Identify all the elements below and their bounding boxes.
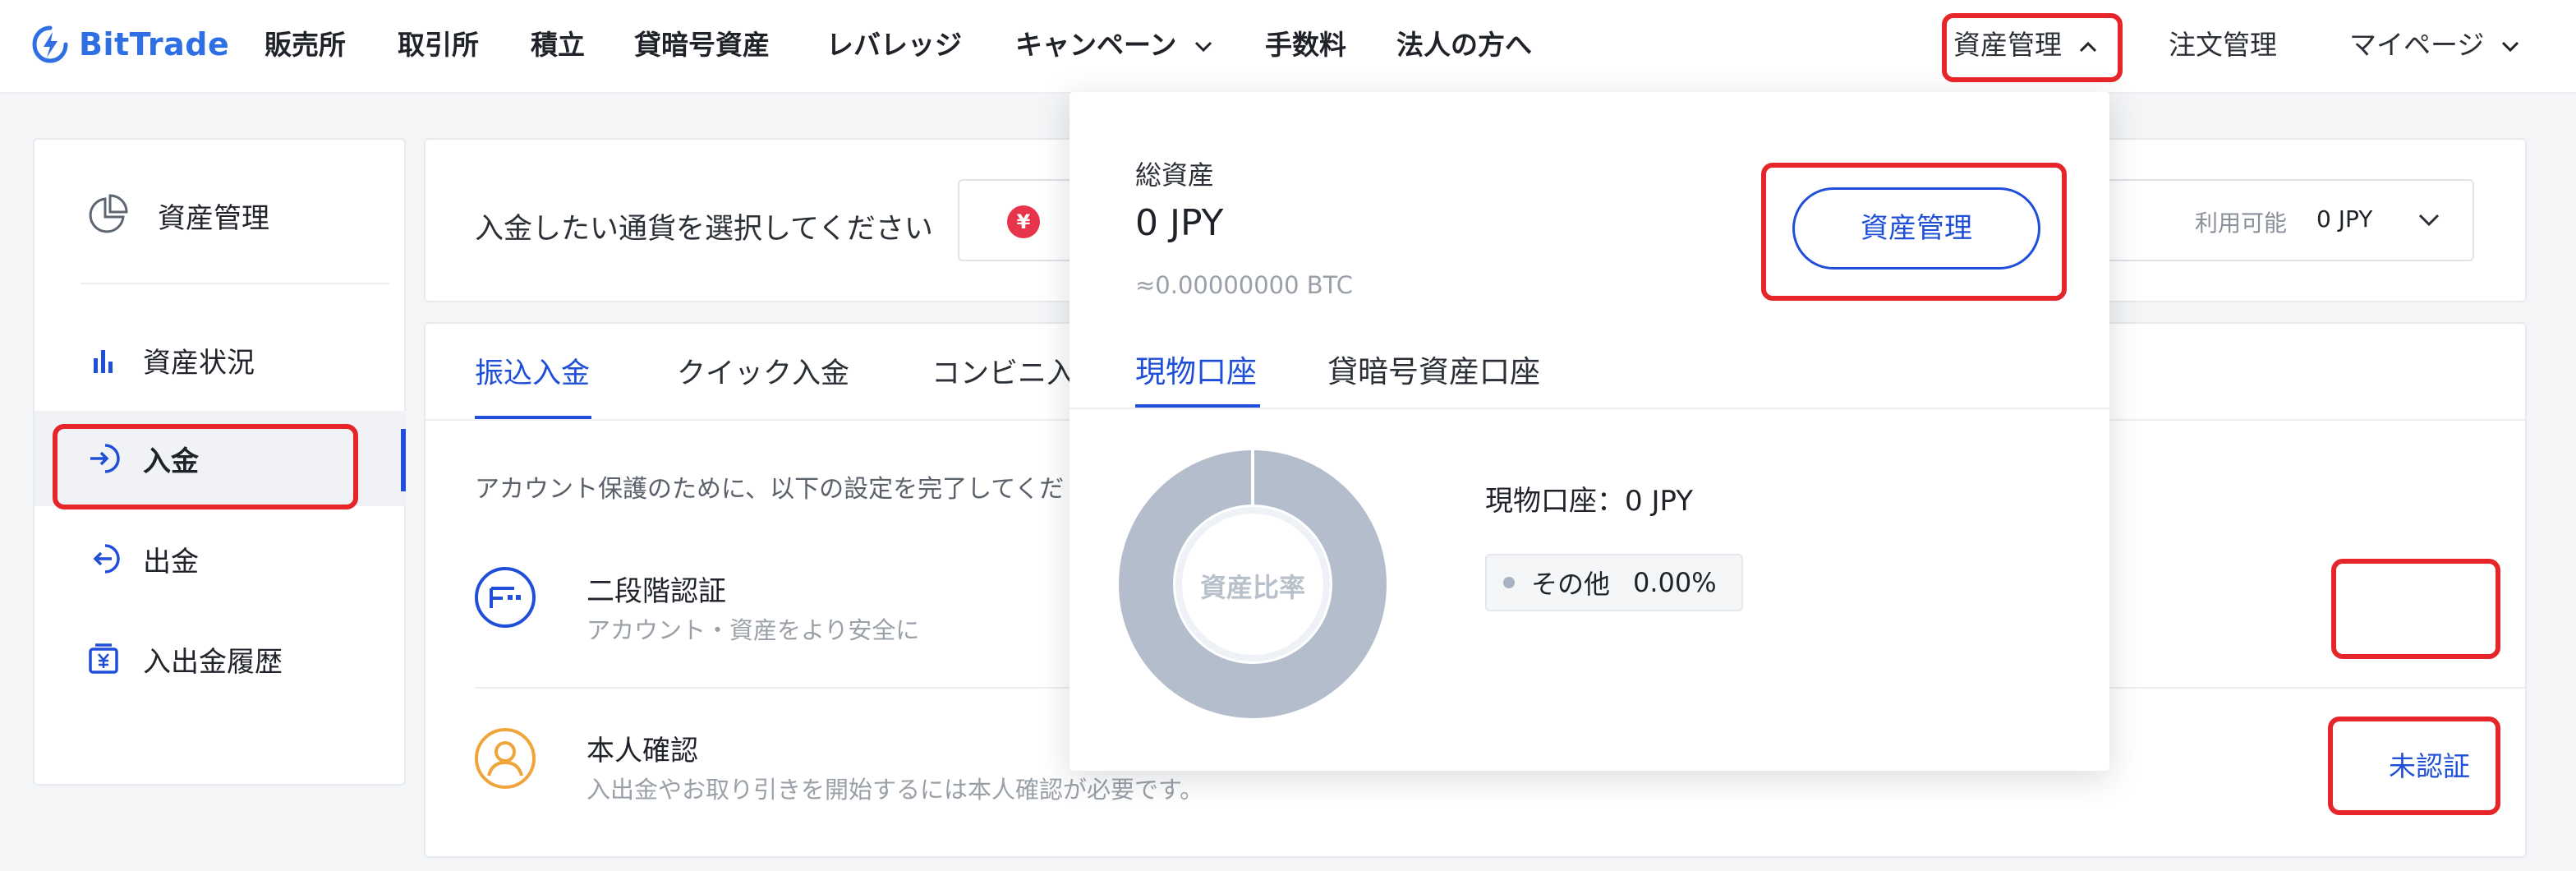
available-balance-select[interactable]: 利用可能 0 JPY xyxy=(2088,179,2474,261)
yen-icon: ¥ xyxy=(1007,205,1040,238)
available-value: 0 JPY xyxy=(2316,205,2373,233)
available-label: 利用可能 xyxy=(2195,210,2288,237)
legend-percent: 0.00% xyxy=(1633,567,1717,598)
nav-item-tsumitate[interactable]: 積立 xyxy=(531,25,585,66)
highlight-asset-button xyxy=(1761,163,2067,301)
total-assets-label: 総資産 xyxy=(1135,159,1215,191)
sidebar-item-asset-status[interactable]: 資産状況 xyxy=(34,312,406,408)
two-factor-subtitle: アカウント・資産をより安全に xyxy=(586,616,920,644)
withdraw-icon xyxy=(87,542,120,575)
chevron-down-icon xyxy=(2501,41,2518,52)
protection-message: アカウント保護のために、以下の設定を完了してくだ xyxy=(475,475,1065,504)
two-factor-title: 二段階認証 xyxy=(586,575,726,608)
tab-quick-deposit[interactable]: クイック入金 xyxy=(677,350,849,392)
nav-item-mypage[interactable]: マイページ xyxy=(2349,25,2519,66)
highlight-deposit xyxy=(53,424,358,509)
nav-item-hanbaijo[interactable]: 販売所 xyxy=(264,25,346,66)
sidebar-item-label: 出金 xyxy=(143,545,199,578)
chevron-down-icon xyxy=(2418,214,2440,227)
tab-underline xyxy=(475,416,591,419)
currency-select-label: 入金したい通貨を選択してください xyxy=(475,213,933,246)
legend-dot xyxy=(1503,577,1515,588)
tab-bank-transfer[interactable]: 振込入金 xyxy=(475,350,590,392)
history-icon xyxy=(87,643,120,675)
nav-item-campaign-label: キャンペーン xyxy=(1015,29,1177,61)
nav-mypage-label: マイページ xyxy=(2349,29,2485,61)
sidebar-title: 資産管理 xyxy=(158,201,269,235)
two-factor-icon xyxy=(475,567,536,628)
legend-name: その他 xyxy=(1531,569,1611,600)
top-navigation: BitTrade 販売所 取引所 積立 貸暗号資産 レバレッジ キャンペーン 手… xyxy=(0,0,2576,94)
spot-account-value: 現物口座：0 JPY xyxy=(1485,485,1693,518)
sidebar-item-history[interactable]: 入出金履歴 xyxy=(34,611,406,707)
account-tabs: 現物口座 貸暗号資産口座 xyxy=(1070,339,2109,409)
total-assets-value: 0 JPY xyxy=(1135,202,1224,244)
bar-chart-icon xyxy=(87,343,120,376)
chevron-down-icon xyxy=(1194,41,1212,52)
account-tab-underline xyxy=(1135,404,1260,408)
active-indicator xyxy=(401,429,406,491)
pie-chart-icon xyxy=(89,194,128,233)
nav-item-fees[interactable]: 手数料 xyxy=(1265,25,1346,66)
nav-item-campaign[interactable]: キャンペーン xyxy=(1015,25,1212,66)
bittrade-logo[interactable]: BitTrade xyxy=(31,23,229,66)
sidebar-item-label: 資産状況 xyxy=(143,346,255,380)
sidebar-item-withdraw[interactable]: 出金 xyxy=(34,511,406,606)
brand-name: BitTrade xyxy=(79,26,230,62)
nav-item-corporate[interactable]: 法人の方へ xyxy=(1396,25,1532,66)
identity-subtitle: 入出金やお取り引きを開始するには本人確認が必要です。 xyxy=(586,776,1204,804)
highlight-kyc-status xyxy=(2328,717,2500,815)
tab-spot-account[interactable]: 現物口座 xyxy=(1135,347,1257,391)
nav-item-lending[interactable]: 貸暗号資産 xyxy=(634,25,770,66)
tab-lending-account[interactable]: 貸暗号資産口座 xyxy=(1327,347,1540,391)
highlight-2fa-status xyxy=(2331,559,2500,659)
nav-item-leverage[interactable]: レバレッジ xyxy=(826,25,962,66)
identity-icon xyxy=(475,728,536,789)
highlight-nav-assets xyxy=(1942,13,2123,82)
nav-item-torihikijo[interactable]: 取引所 xyxy=(398,25,479,66)
identity-title: 本人確認 xyxy=(586,735,698,767)
total-assets-btc: ≈0.00000000 BTC xyxy=(1135,271,1353,299)
donut-center-label: 資産比率 xyxy=(1199,572,1305,603)
sidebar-divider xyxy=(80,283,389,284)
sidebar-header: 資産管理 xyxy=(84,192,269,238)
legend-item-other: その他 0.00% xyxy=(1485,554,1743,611)
nav-item-order-management[interactable]: 注文管理 xyxy=(2169,25,2277,66)
bittrade-logo-icon xyxy=(32,25,68,63)
sidebar-item-label: 入出金履歴 xyxy=(143,645,283,679)
tab-convenience-store[interactable]: コンビニ入 xyxy=(932,350,1075,392)
